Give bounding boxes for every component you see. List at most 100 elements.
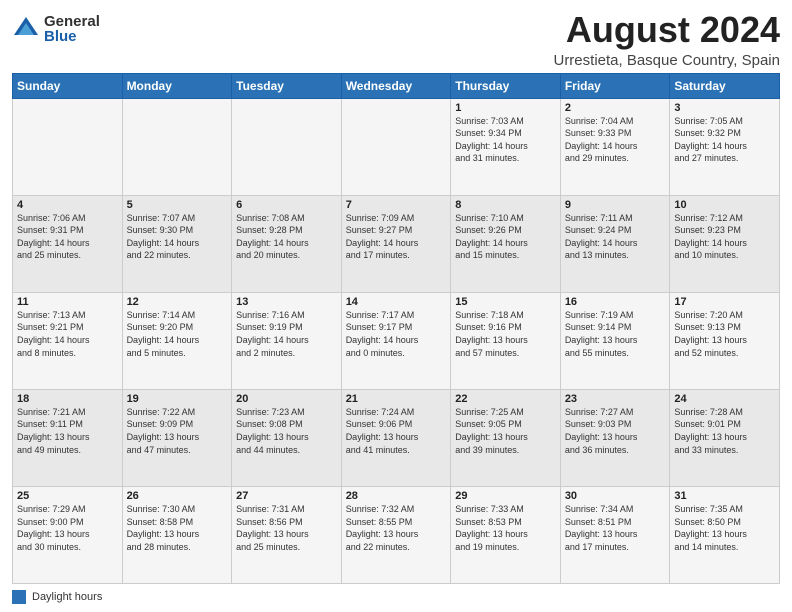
- day-number: 17: [674, 296, 775, 308]
- calendar-week-row: 11Sunrise: 7:13 AMSunset: 9:21 PMDayligh…: [13, 292, 780, 389]
- cell-info: Sunrise: 7:24 AMSunset: 9:06 PMDaylight:…: [346, 406, 447, 456]
- calendar-cell: 2Sunrise: 7:04 AMSunset: 9:33 PMDaylight…: [560, 98, 670, 195]
- calendar-cell: 13Sunrise: 7:16 AMSunset: 9:19 PMDayligh…: [232, 292, 342, 389]
- cell-info: Sunrise: 7:11 AMSunset: 9:24 PMDaylight:…: [565, 212, 666, 262]
- day-number: 3: [674, 102, 775, 114]
- calendar-cell: 28Sunrise: 7:32 AMSunset: 8:55 PMDayligh…: [341, 486, 451, 583]
- day-number: 23: [565, 393, 666, 405]
- cell-info: Sunrise: 7:14 AMSunset: 9:20 PMDaylight:…: [127, 309, 228, 359]
- day-number: 20: [236, 393, 337, 405]
- calendar-header-row: SundayMondayTuesdayWednesdayThursdayFrid…: [13, 73, 780, 98]
- calendar-cell: [341, 98, 451, 195]
- day-number: 25: [17, 490, 118, 502]
- cell-info: Sunrise: 7:10 AMSunset: 9:26 PMDaylight:…: [455, 212, 556, 262]
- calendar-cell: 27Sunrise: 7:31 AMSunset: 8:56 PMDayligh…: [232, 486, 342, 583]
- calendar-cell: 9Sunrise: 7:11 AMSunset: 9:24 PMDaylight…: [560, 195, 670, 292]
- subtitle: Urrestieta, Basque Country, Spain: [553, 52, 780, 69]
- day-number: 13: [236, 296, 337, 308]
- cell-info: Sunrise: 7:20 AMSunset: 9:13 PMDaylight:…: [674, 309, 775, 359]
- calendar-cell: [232, 98, 342, 195]
- cell-info: Sunrise: 7:33 AMSunset: 8:53 PMDaylight:…: [455, 503, 556, 553]
- calendar-cell: 6Sunrise: 7:08 AMSunset: 9:28 PMDaylight…: [232, 195, 342, 292]
- cell-info: Sunrise: 7:31 AMSunset: 8:56 PMDaylight:…: [236, 503, 337, 553]
- calendar-cell: 22Sunrise: 7:25 AMSunset: 9:05 PMDayligh…: [451, 389, 561, 486]
- logo-area: General Blue: [12, 14, 100, 44]
- calendar-week-row: 4Sunrise: 7:06 AMSunset: 9:31 PMDaylight…: [13, 195, 780, 292]
- cell-info: Sunrise: 7:03 AMSunset: 9:34 PMDaylight:…: [455, 115, 556, 165]
- weekday-header: Sunday: [13, 73, 123, 98]
- calendar-cell: 30Sunrise: 7:34 AMSunset: 8:51 PMDayligh…: [560, 486, 670, 583]
- calendar-cell: 1Sunrise: 7:03 AMSunset: 9:34 PMDaylight…: [451, 98, 561, 195]
- calendar-week-row: 25Sunrise: 7:29 AMSunset: 9:00 PMDayligh…: [13, 486, 780, 583]
- day-number: 14: [346, 296, 447, 308]
- calendar-cell: [13, 98, 123, 195]
- calendar-week-row: 1Sunrise: 7:03 AMSunset: 9:34 PMDaylight…: [13, 98, 780, 195]
- calendar-cell: 11Sunrise: 7:13 AMSunset: 9:21 PMDayligh…: [13, 292, 123, 389]
- calendar-cell: 23Sunrise: 7:27 AMSunset: 9:03 PMDayligh…: [560, 389, 670, 486]
- cell-info: Sunrise: 7:27 AMSunset: 9:03 PMDaylight:…: [565, 406, 666, 456]
- calendar-cell: 29Sunrise: 7:33 AMSunset: 8:53 PMDayligh…: [451, 486, 561, 583]
- calendar: SundayMondayTuesdayWednesdayThursdayFrid…: [12, 73, 780, 584]
- weekday-header: Tuesday: [232, 73, 342, 98]
- logo-general: General: [44, 14, 100, 29]
- calendar-cell: 25Sunrise: 7:29 AMSunset: 9:00 PMDayligh…: [13, 486, 123, 583]
- calendar-cell: 24Sunrise: 7:28 AMSunset: 9:01 PMDayligh…: [670, 389, 780, 486]
- cell-info: Sunrise: 7:30 AMSunset: 8:58 PMDaylight:…: [127, 503, 228, 553]
- main-title: August 2024: [553, 10, 780, 50]
- cell-info: Sunrise: 7:09 AMSunset: 9:27 PMDaylight:…: [346, 212, 447, 262]
- calendar-cell: 4Sunrise: 7:06 AMSunset: 9:31 PMDaylight…: [13, 195, 123, 292]
- cell-info: Sunrise: 7:16 AMSunset: 9:19 PMDaylight:…: [236, 309, 337, 359]
- calendar-cell: 17Sunrise: 7:20 AMSunset: 9:13 PMDayligh…: [670, 292, 780, 389]
- cell-info: Sunrise: 7:17 AMSunset: 9:17 PMDaylight:…: [346, 309, 447, 359]
- calendar-cell: 5Sunrise: 7:07 AMSunset: 9:30 PMDaylight…: [122, 195, 232, 292]
- weekday-header: Friday: [560, 73, 670, 98]
- cell-info: Sunrise: 7:13 AMSunset: 9:21 PMDaylight:…: [17, 309, 118, 359]
- day-number: 24: [674, 393, 775, 405]
- cell-info: Sunrise: 7:04 AMSunset: 9:33 PMDaylight:…: [565, 115, 666, 165]
- footer: Daylight hours: [12, 588, 780, 604]
- day-number: 9: [565, 199, 666, 211]
- logo-blue: Blue: [44, 29, 100, 44]
- cell-info: Sunrise: 7:25 AMSunset: 9:05 PMDaylight:…: [455, 406, 556, 456]
- weekday-header: Thursday: [451, 73, 561, 98]
- cell-info: Sunrise: 7:06 AMSunset: 9:31 PMDaylight:…: [17, 212, 118, 262]
- calendar-cell: 20Sunrise: 7:23 AMSunset: 9:08 PMDayligh…: [232, 389, 342, 486]
- cell-info: Sunrise: 7:19 AMSunset: 9:14 PMDaylight:…: [565, 309, 666, 359]
- cell-info: Sunrise: 7:08 AMSunset: 9:28 PMDaylight:…: [236, 212, 337, 262]
- day-number: 29: [455, 490, 556, 502]
- weekday-header: Wednesday: [341, 73, 451, 98]
- day-number: 5: [127, 199, 228, 211]
- day-number: 19: [127, 393, 228, 405]
- cell-info: Sunrise: 7:23 AMSunset: 9:08 PMDaylight:…: [236, 406, 337, 456]
- cell-info: Sunrise: 7:22 AMSunset: 9:09 PMDaylight:…: [127, 406, 228, 456]
- calendar-cell: [122, 98, 232, 195]
- logo-icon: [12, 15, 40, 43]
- day-number: 27: [236, 490, 337, 502]
- calendar-cell: 10Sunrise: 7:12 AMSunset: 9:23 PMDayligh…: [670, 195, 780, 292]
- calendar-body: 1Sunrise: 7:03 AMSunset: 9:34 PMDaylight…: [13, 98, 780, 583]
- calendar-cell: 19Sunrise: 7:22 AMSunset: 9:09 PMDayligh…: [122, 389, 232, 486]
- day-number: 6: [236, 199, 337, 211]
- weekday-header: Monday: [122, 73, 232, 98]
- day-number: 10: [674, 199, 775, 211]
- calendar-cell: 21Sunrise: 7:24 AMSunset: 9:06 PMDayligh…: [341, 389, 451, 486]
- day-number: 22: [455, 393, 556, 405]
- calendar-cell: 26Sunrise: 7:30 AMSunset: 8:58 PMDayligh…: [122, 486, 232, 583]
- page: General Blue August 2024 Urrestieta, Bas…: [0, 0, 792, 612]
- day-number: 7: [346, 199, 447, 211]
- day-number: 15: [455, 296, 556, 308]
- calendar-cell: 3Sunrise: 7:05 AMSunset: 9:32 PMDaylight…: [670, 98, 780, 195]
- cell-info: Sunrise: 7:07 AMSunset: 9:30 PMDaylight:…: [127, 212, 228, 262]
- calendar-week-row: 18Sunrise: 7:21 AMSunset: 9:11 PMDayligh…: [13, 389, 780, 486]
- calendar-cell: 31Sunrise: 7:35 AMSunset: 8:50 PMDayligh…: [670, 486, 780, 583]
- cell-info: Sunrise: 7:34 AMSunset: 8:51 PMDaylight:…: [565, 503, 666, 553]
- calendar-cell: 14Sunrise: 7:17 AMSunset: 9:17 PMDayligh…: [341, 292, 451, 389]
- cell-info: Sunrise: 7:21 AMSunset: 9:11 PMDaylight:…: [17, 406, 118, 456]
- legend-text: Daylight hours: [32, 591, 102, 603]
- top-section: General Blue August 2024 Urrestieta, Bas…: [12, 10, 780, 69]
- day-number: 2: [565, 102, 666, 114]
- cell-info: Sunrise: 7:32 AMSunset: 8:55 PMDaylight:…: [346, 503, 447, 553]
- day-number: 18: [17, 393, 118, 405]
- cell-info: Sunrise: 7:35 AMSunset: 8:50 PMDaylight:…: [674, 503, 775, 553]
- day-number: 16: [565, 296, 666, 308]
